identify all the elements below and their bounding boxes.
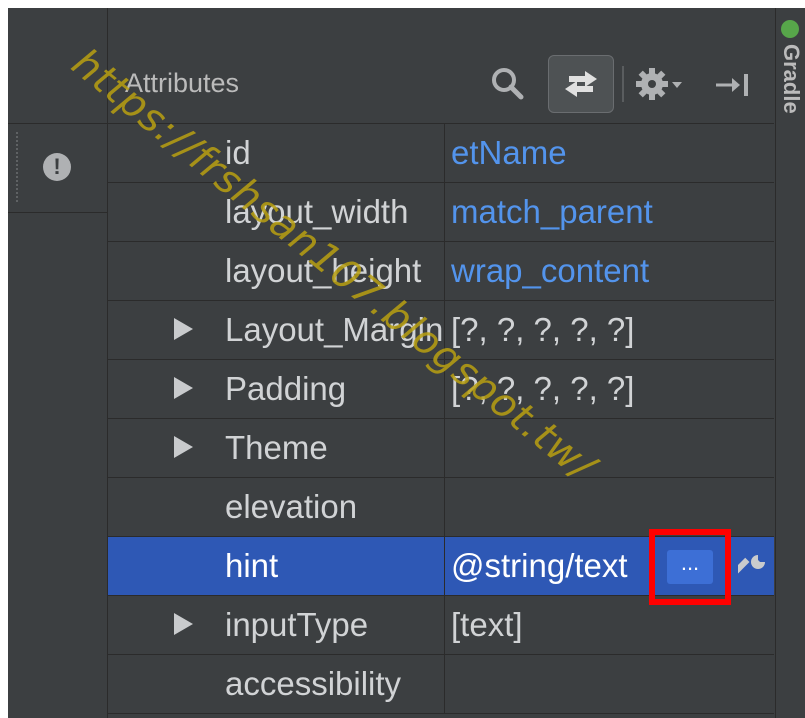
- panel-header: Attributes: [108, 8, 774, 124]
- attributes-panel: Attributes id etName layout_width match_…: [108, 8, 774, 718]
- attribute-name: Theme: [225, 429, 328, 466]
- column-divider: [444, 301, 445, 359]
- attribute-value[interactable]: @string/text: [451, 537, 647, 595]
- attribute-row-id[interactable]: id etName: [108, 124, 774, 183]
- toolbar-separator: [622, 66, 624, 102]
- left-gutter: !: [8, 8, 108, 718]
- column-divider: [444, 655, 445, 713]
- swap-arrows-icon: [565, 71, 597, 97]
- attribute-row-hint[interactable]: hint @string/text ...: [108, 529, 774, 605]
- drag-handle[interactable]: [16, 132, 20, 202]
- column-divider: [444, 537, 445, 595]
- attribute-name: elevation: [225, 488, 358, 525]
- attribute-value[interactable]: [451, 419, 771, 477]
- expand-arrow-icon[interactable]: [174, 613, 193, 635]
- gradle-icon[interactable]: [781, 20, 799, 38]
- attribute-row-theme[interactable]: Theme: [108, 419, 774, 478]
- attribute-value[interactable]: [?, ?, ?, ?, ?]: [451, 360, 771, 418]
- attributes-tool-window: ! Attributes id etName layout_width matc…: [8, 8, 805, 718]
- attribute-table: id etName layout_width match_parent layo…: [108, 124, 774, 714]
- column-divider: [444, 360, 445, 418]
- attribute-row-accessibility[interactable]: accessibility: [108, 655, 774, 714]
- search-icon[interactable]: [490, 66, 524, 100]
- attribute-name: hint: [225, 547, 279, 584]
- resource-picker-highlight: ...: [649, 529, 731, 605]
- column-divider: [444, 183, 445, 241]
- wrench-icon[interactable]: [732, 552, 768, 582]
- attribute-value[interactable]: [451, 478, 771, 536]
- attribute-value[interactable]: [451, 655, 771, 713]
- settings-dropdown[interactable]: [634, 66, 684, 102]
- attribute-row-layout-height[interactable]: layout_height wrap_content: [108, 242, 774, 301]
- column-divider: [444, 419, 445, 477]
- attribute-row-layout-margin[interactable]: Layout_Margin [?, ?, ?, ?, ?]: [108, 301, 774, 360]
- warning-icon[interactable]: !: [43, 153, 71, 181]
- attribute-name: Padding: [225, 370, 347, 407]
- swap-view-button[interactable]: [548, 55, 614, 113]
- attribute-value[interactable]: match_parent: [451, 183, 771, 241]
- gutter-header: [8, 8, 107, 124]
- gear-icon: [636, 68, 682, 100]
- column-divider: [444, 242, 445, 300]
- attribute-value[interactable]: [?, ?, ?, ?, ?]: [451, 301, 771, 359]
- attribute-row-padding[interactable]: Padding [?, ?, ?, ?, ?]: [108, 360, 774, 419]
- attribute-value[interactable]: wrap_content: [451, 242, 771, 300]
- expand-arrow-icon[interactable]: [174, 318, 193, 340]
- attribute-name: Layout_Margin: [225, 311, 442, 348]
- attribute-row-input-type[interactable]: inputType [text]: [108, 596, 774, 655]
- pin-right-icon: [716, 74, 748, 96]
- right-tool-strip: Gradle: [775, 8, 805, 718]
- column-divider: [444, 596, 445, 654]
- resource-picker-button[interactable]: ...: [667, 550, 713, 584]
- hide-panel-button[interactable]: [712, 70, 752, 100]
- attribute-name: id: [225, 134, 251, 171]
- panel-title: Attributes: [125, 68, 240, 98]
- attribute-value[interactable]: etName: [451, 124, 771, 182]
- attribute-name: inputType: [225, 606, 369, 643]
- attribute-name: accessibility: [225, 665, 402, 702]
- attribute-value[interactable]: [text]: [451, 596, 771, 654]
- expand-arrow-icon[interactable]: [174, 377, 193, 399]
- gradle-tab[interactable]: Gradle: [778, 44, 804, 114]
- column-divider: [444, 478, 445, 536]
- attribute-name: layout_height: [225, 252, 422, 289]
- attribute-row-layout-width[interactable]: layout_width match_parent: [108, 183, 774, 242]
- column-divider: [444, 124, 445, 182]
- attribute-name: layout_width: [225, 193, 409, 230]
- expand-arrow-icon[interactable]: [174, 436, 193, 458]
